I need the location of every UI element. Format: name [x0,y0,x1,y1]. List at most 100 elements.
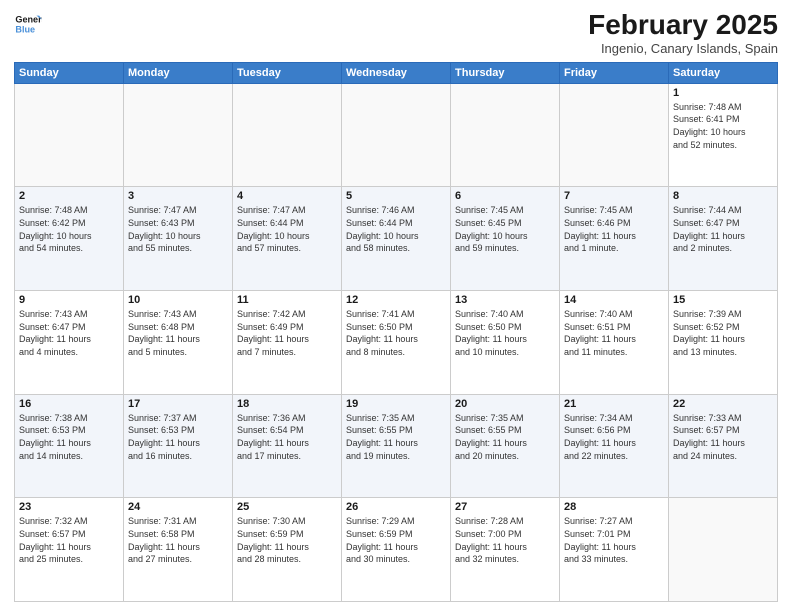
day-cell: 8 Sunrise: 7:44 AM Sunset: 6:47 PM Daylig… [669,187,778,291]
day-cell: 4Sunrise: 7:47 AM Sunset: 6:44 PM Daylig… [233,187,342,291]
day-info: Sunrise: 7:34 AM Sunset: 6:56 PM Dayligh… [564,412,664,462]
week-row-5: 23Sunrise: 7:32 AM Sunset: 6:57 PM Dayli… [15,498,778,602]
day-cell: 25 Sunrise: 7:30 AM Sunset: 6:59 PM Dayli… [233,498,342,602]
day-info: Sunrise: 7:42 AM Sunset: 6:49 PM Dayligh… [237,308,337,358]
day-number: 20 [455,398,555,410]
day-cell: 15 Sunrise: 7:39 AM Sunset: 6:52 PM Dayli… [669,291,778,395]
day-number: 2 [19,190,119,202]
day-number: 22 [673,398,773,410]
col-header-wednesday: Wednesday [342,62,451,83]
day-cell: 14 Sunrise: 7:40 AM Sunset: 6:51 PM Dayli… [560,291,669,395]
day-number: 5 [346,190,446,202]
day-number: 10 [128,294,228,306]
day-info: Sunrise: 7:35 AM Sunset: 6:55 PM Dayligh… [455,412,555,462]
day-info: Sunrise: 7:41 AM Sunset: 6:50 PM Dayligh… [346,308,446,358]
day-number: 6 [455,190,555,202]
week-row-1: 1 Sunrise: 7:48 AM Sunset: 6:41 PM Daylig… [15,83,778,187]
day-number: 9 [19,294,119,306]
day-cell [342,83,451,187]
day-info: Sunrise: 7:43 AM Sunset: 6:48 PM Dayligh… [128,308,228,358]
day-number: 4 [237,190,337,202]
day-cell: 18 Sunrise: 7:36 AM Sunset: 6:54 PM Dayli… [233,394,342,498]
day-info: Sunrise: 7:28 AM Sunset: 7:00 PM Dayligh… [455,515,555,565]
day-info: Sunrise: 7:44 AM Sunset: 6:47 PM Dayligh… [673,204,773,254]
day-cell: 23Sunrise: 7:32 AM Sunset: 6:57 PM Dayli… [15,498,124,602]
day-info: Sunrise: 7:27 AM Sunset: 7:01 PM Dayligh… [564,515,664,565]
week-row-3: 9 Sunrise: 7:43 AM Sunset: 6:47 PM Daylig… [15,291,778,395]
day-cell: 24 Sunrise: 7:31 AM Sunset: 6:58 PM Dayli… [124,498,233,602]
day-info: Sunrise: 7:40 AM Sunset: 6:50 PM Dayligh… [455,308,555,358]
month-title: February 2025 [588,10,778,41]
day-cell: 1 Sunrise: 7:48 AM Sunset: 6:41 PM Daylig… [669,83,778,187]
day-cell: 28 Sunrise: 7:27 AM Sunset: 7:01 PM Dayli… [560,498,669,602]
week-row-2: 2 Sunrise: 7:48 AM Sunset: 6:42 PM Daylig… [15,187,778,291]
day-cell: 11 Sunrise: 7:42 AM Sunset: 6:49 PM Dayli… [233,291,342,395]
day-info: Sunrise: 7:30 AM Sunset: 6:59 PM Dayligh… [237,515,337,565]
day-cell [124,83,233,187]
day-number: 8 [673,190,773,202]
day-cell: 26 Sunrise: 7:29 AM Sunset: 6:59 PM Dayli… [342,498,451,602]
day-number: 18 [237,398,337,410]
day-number: 13 [455,294,555,306]
calendar-table: SundayMondayTuesdayWednesdayThursdayFrid… [14,62,778,602]
day-number: 17 [128,398,228,410]
day-number: 19 [346,398,446,410]
day-number: 3 [128,190,228,202]
day-cell: 22 Sunrise: 7:33 AM Sunset: 6:57 PM Dayli… [669,394,778,498]
day-cell: 27 Sunrise: 7:28 AM Sunset: 7:00 PM Dayli… [451,498,560,602]
day-number: 26 [346,501,446,513]
day-cell: 3 Sunrise: 7:47 AM Sunset: 6:43 PM Daylig… [124,187,233,291]
day-cell: 10 Sunrise: 7:43 AM Sunset: 6:48 PM Dayli… [124,291,233,395]
col-header-friday: Friday [560,62,669,83]
day-info: Sunrise: 7:31 AM Sunset: 6:58 PM Dayligh… [128,515,228,565]
day-info: Sunrise: 7:47 AM Sunset: 6:43 PM Dayligh… [128,204,228,254]
day-info: Sunrise: 7:46 AM Sunset: 6:44 PM Dayligh… [346,204,446,254]
day-number: 28 [564,501,664,513]
day-number: 25 [237,501,337,513]
day-info: Sunrise: 7:39 AM Sunset: 6:52 PM Dayligh… [673,308,773,358]
day-number: 24 [128,501,228,513]
day-number: 27 [455,501,555,513]
day-cell: 9 Sunrise: 7:43 AM Sunset: 6:47 PM Daylig… [15,291,124,395]
day-cell [233,83,342,187]
day-number: 7 [564,190,664,202]
day-cell: 2 Sunrise: 7:48 AM Sunset: 6:42 PM Daylig… [15,187,124,291]
day-number: 15 [673,294,773,306]
location: Ingenio, Canary Islands, Spain [588,41,778,56]
day-number: 11 [237,294,337,306]
day-number: 12 [346,294,446,306]
day-cell [451,83,560,187]
day-number: 21 [564,398,664,410]
page: General Blue February 2025 Ingenio, Cana… [0,0,792,612]
col-header-saturday: Saturday [669,62,778,83]
day-info: Sunrise: 7:36 AM Sunset: 6:54 PM Dayligh… [237,412,337,462]
day-info: Sunrise: 7:43 AM Sunset: 6:47 PM Dayligh… [19,308,119,358]
day-number: 14 [564,294,664,306]
day-cell: 13 Sunrise: 7:40 AM Sunset: 6:50 PM Dayli… [451,291,560,395]
col-header-sunday: Sunday [15,62,124,83]
day-info: Sunrise: 7:45 AM Sunset: 6:45 PM Dayligh… [455,204,555,254]
day-info: Sunrise: 7:38 AM Sunset: 6:53 PM Dayligh… [19,412,119,462]
title-area: February 2025 Ingenio, Canary Islands, S… [588,10,778,56]
day-info: Sunrise: 7:48 AM Sunset: 6:41 PM Dayligh… [673,101,773,151]
day-info: Sunrise: 7:33 AM Sunset: 6:57 PM Dayligh… [673,412,773,462]
logo: General Blue [14,10,42,38]
day-info: Sunrise: 7:40 AM Sunset: 6:51 PM Dayligh… [564,308,664,358]
day-info: Sunrise: 7:35 AM Sunset: 6:55 PM Dayligh… [346,412,446,462]
day-cell [560,83,669,187]
day-number: 16 [19,398,119,410]
day-cell: 21 Sunrise: 7:34 AM Sunset: 6:56 PM Dayli… [560,394,669,498]
day-number: 23 [19,501,119,513]
day-info: Sunrise: 7:45 AM Sunset: 6:46 PM Dayligh… [564,204,664,254]
svg-text:Blue: Blue [15,24,35,34]
day-info: Sunrise: 7:29 AM Sunset: 6:59 PM Dayligh… [346,515,446,565]
col-header-tuesday: Tuesday [233,62,342,83]
day-number: 1 [673,87,773,99]
day-info: Sunrise: 7:37 AM Sunset: 6:53 PM Dayligh… [128,412,228,462]
day-cell [669,498,778,602]
day-cell: 5 Sunrise: 7:46 AM Sunset: 6:44 PM Daylig… [342,187,451,291]
day-info: Sunrise: 7:48 AM Sunset: 6:42 PM Dayligh… [19,204,119,254]
col-header-monday: Monday [124,62,233,83]
header: General Blue February 2025 Ingenio, Cana… [14,10,778,56]
col-header-thursday: Thursday [451,62,560,83]
